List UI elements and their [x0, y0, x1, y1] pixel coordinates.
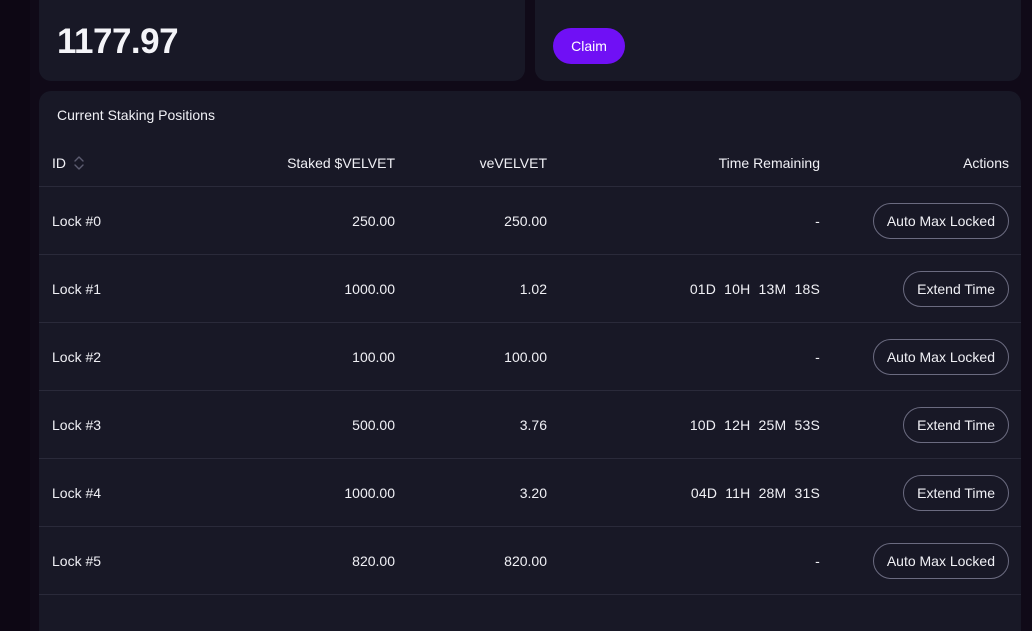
table-row: Lock #0 250.00 250.00 - Auto Max Locked: [39, 187, 1021, 255]
header-id-label: ID: [52, 155, 66, 171]
time-remaining: 10D 12H 25M 53S: [689, 416, 820, 433]
ve-amount: 250.00: [504, 212, 547, 229]
action-cell: Auto Max Locked: [829, 527, 1009, 594]
sort-updown-icon[interactable]: [74, 154, 84, 172]
claim-card: Claim: [535, 0, 1021, 81]
action-cell: Auto Max Locked: [829, 323, 1009, 390]
action-cell: Auto Max Locked: [829, 187, 1009, 254]
time-remaining: -: [815, 552, 820, 569]
ve-amount: 100.00: [504, 348, 547, 365]
header-id[interactable]: ID: [52, 140, 192, 186]
lock-id: Lock #0: [52, 212, 102, 229]
time-remaining: -: [815, 212, 820, 229]
staked-amount: 500.00: [352, 416, 395, 433]
staked-amount: 250.00: [352, 212, 395, 229]
time-remaining: -: [815, 348, 820, 365]
ve-amount: 820.00: [504, 552, 547, 569]
lock-id: Lock #2: [52, 348, 102, 365]
lock-id: Lock #4: [52, 484, 102, 501]
side-strip: [0, 0, 30, 631]
action-cell: Extend Time: [829, 255, 1009, 322]
balance-value: 1177.97: [57, 22, 179, 61]
ve-amount: 3.76: [519, 416, 547, 433]
auto-max-locked-button[interactable]: Auto Max Locked: [872, 338, 1009, 375]
claim-button[interactable]: Claim: [553, 28, 625, 64]
section-title: Current Staking Positions: [57, 107, 215, 123]
lock-id: Lock #3: [52, 416, 102, 433]
balance-card: 1177.97: [39, 0, 525, 81]
table-row: Lock #4 1000.00 3.20 04D 11H 28M 31S Ext…: [39, 459, 1021, 527]
staking-page: 1177.97 Claim Current Staking Positions …: [0, 0, 1032, 631]
lock-id: Lock #1: [52, 280, 102, 297]
staked-amount: 100.00: [352, 348, 395, 365]
staked-amount: 1000.00: [344, 280, 395, 297]
table-row: Lock #5 820.00 820.00 - Auto Max Locked: [39, 527, 1021, 595]
positions-table-body: Lock #0 250.00 250.00 - Auto Max Locked …: [39, 187, 1021, 595]
staked-amount: 1000.00: [344, 484, 395, 501]
auto-max-locked-button[interactable]: Auto Max Locked: [872, 202, 1009, 239]
table-row: Lock #2 100.00 100.00 - Auto Max Locked: [39, 323, 1021, 391]
ve-amount: 1.02: [519, 280, 547, 297]
action-cell: Extend Time: [829, 391, 1009, 458]
time-remaining: 01D 10H 13M 18S: [689, 280, 820, 297]
header-time-remaining: Time Remaining: [718, 155, 820, 171]
auto-max-locked-button[interactable]: Auto Max Locked: [872, 542, 1009, 579]
table-row: Lock #1 1000.00 1.02 01D 10H 13M 18S Ext…: [39, 255, 1021, 323]
staking-positions-card: Current Staking Positions ID Staked $VEL…: [39, 91, 1021, 631]
table-row: Lock #3 500.00 3.76 10D 12H 25M 53S Exte…: [39, 391, 1021, 459]
action-cell: Extend Time: [829, 459, 1009, 526]
extend-time-button[interactable]: Extend Time: [903, 474, 1009, 511]
header-staked: Staked $VELVET: [287, 155, 395, 171]
extend-time-button[interactable]: Extend Time: [903, 270, 1009, 307]
time-remaining: 04D 11H 28M 31S: [690, 484, 820, 501]
header-actions: Actions: [963, 155, 1009, 171]
header-ve: veVELVET: [479, 155, 547, 171]
lock-id: Lock #5: [52, 552, 102, 569]
ve-amount: 3.20: [519, 484, 547, 501]
staked-amount: 820.00: [352, 552, 395, 569]
table-header: ID Staked $VELVET veVELVET Time Remainin…: [39, 140, 1021, 187]
extend-time-button[interactable]: Extend Time: [903, 406, 1009, 443]
